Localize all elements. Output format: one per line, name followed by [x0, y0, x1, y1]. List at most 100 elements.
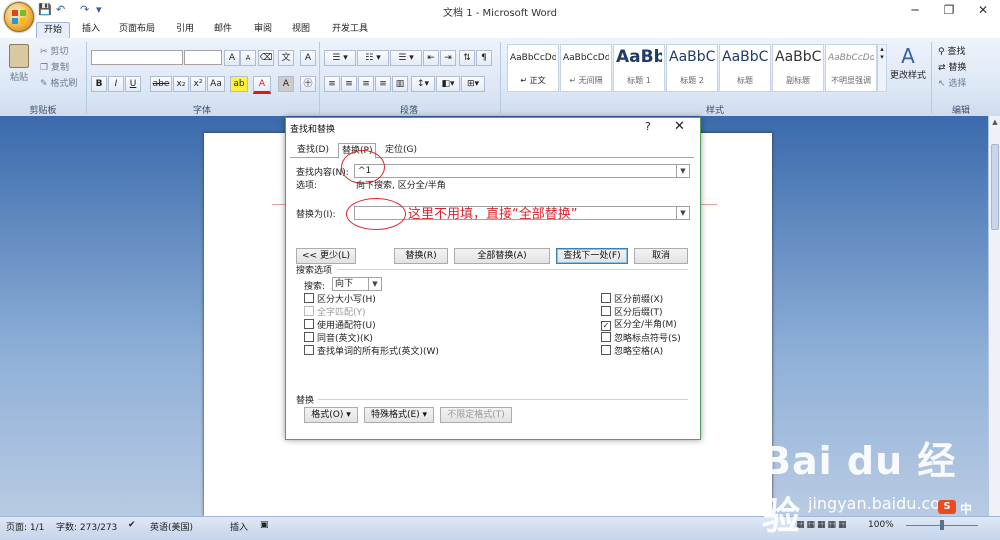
- replace-button[interactable]: 替换(R): [394, 248, 448, 264]
- page-count[interactable]: 页面: 1/1: [6, 520, 44, 533]
- proofing-icon[interactable]: ✔: [128, 520, 136, 530]
- less-button[interactable]: << 更少(L): [296, 248, 356, 264]
- numbering-icon[interactable]: ☷ ▾: [357, 50, 389, 66]
- wildcards-checkbox[interactable]: 使用通配符(U): [304, 319, 376, 331]
- copy-button[interactable]: ❐ 复制: [40, 60, 69, 73]
- underline-button[interactable]: U: [125, 76, 141, 92]
- tab-insert[interactable]: 插入: [75, 22, 107, 37]
- tab-home[interactable]: 开始: [36, 22, 71, 38]
- strikethrough-button[interactable]: abe: [150, 76, 172, 92]
- select-button[interactable]: ↖ 选择: [938, 76, 966, 89]
- style-heading-1[interactable]: AaBb 标题 1: [613, 44, 665, 92]
- increase-indent-icon[interactable]: ⇥: [440, 50, 456, 66]
- phonetic-icon[interactable]: 文: [278, 50, 294, 66]
- tab-developer[interactable]: 开发工具: [325, 22, 375, 37]
- scroll-thumb[interactable]: [991, 144, 999, 230]
- multilevel-list-icon[interactable]: ☰ ▾: [390, 50, 422, 66]
- format-painter-button[interactable]: ✎ 格式刷: [40, 76, 77, 89]
- dialog-close-button[interactable]: ✕: [674, 119, 685, 134]
- sort-icon[interactable]: ⇅: [459, 50, 475, 66]
- tab-references[interactable]: 引用: [169, 22, 201, 37]
- char-shading-icon[interactable]: A: [278, 76, 294, 92]
- special-button[interactable]: 特殊格式(E) ▾: [364, 407, 434, 423]
- style-no-spacing[interactable]: AaBbCcDd ↵ 无间隔: [560, 44, 612, 92]
- chevron-down-icon[interactable]: ▼: [676, 165, 689, 177]
- style-subtle-emphasis[interactable]: AaBbCcDd 不明显强调: [825, 44, 877, 92]
- match-prefix-checkbox[interactable]: 区分前缀(X): [601, 293, 663, 305]
- match-case-checkbox[interactable]: 区分大小写(H): [304, 293, 376, 305]
- change-case-button[interactable]: Aa: [207, 76, 225, 92]
- bold-button[interactable]: B: [91, 76, 107, 92]
- distributed-icon[interactable]: ▥: [392, 76, 408, 92]
- shrink-font-button[interactable]: A: [240, 50, 256, 66]
- grow-font-button[interactable]: A: [224, 50, 240, 66]
- scroll-up-icon[interactable]: ▲: [989, 116, 1000, 128]
- minimize-button[interactable]: ─: [898, 0, 932, 20]
- align-right-icon[interactable]: ≡: [358, 76, 374, 92]
- ime-mode[interactable]: 中: [960, 500, 972, 517]
- sounds-like-checkbox[interactable]: 同音(英文)(K): [304, 332, 373, 344]
- align-left-icon[interactable]: ≡: [324, 76, 340, 92]
- style-preview: AaBbC: [722, 49, 768, 65]
- find-button[interactable]: ⚲ 查找: [938, 44, 965, 57]
- font-name-combo[interactable]: [91, 50, 183, 65]
- help-button[interactable]: ?: [645, 120, 651, 133]
- chevron-down-icon[interactable]: ▼: [676, 207, 689, 219]
- ignore-space-checkbox[interactable]: 忽略空格(A): [601, 345, 663, 357]
- whole-word-checkbox[interactable]: 全字匹配(Y): [304, 306, 366, 318]
- style-title[interactable]: AaBbC 标题: [719, 44, 771, 92]
- macro-record-icon[interactable]: ▣: [260, 520, 269, 530]
- style-heading-2[interactable]: AaBbC 标题 2: [666, 44, 718, 92]
- chevron-down-icon[interactable]: ▼: [368, 278, 381, 290]
- tab-mailings[interactable]: 邮件: [207, 22, 239, 37]
- align-center-icon[interactable]: ≡: [341, 76, 357, 92]
- cancel-button[interactable]: 取消: [634, 248, 688, 264]
- replace-button[interactable]: ⇄ 替换: [938, 60, 966, 73]
- find-next-button[interactable]: 查找下一处(F): [556, 248, 628, 264]
- replace-all-button[interactable]: 全部替换(A): [454, 248, 550, 264]
- font-color-button[interactable]: A: [253, 76, 271, 94]
- paste-button[interactable]: 粘贴: [6, 44, 32, 84]
- bullets-icon[interactable]: ☰ ▾: [324, 50, 356, 66]
- word-count[interactable]: 字数: 273/273: [56, 520, 117, 533]
- decrease-indent-icon[interactable]: ⇤: [423, 50, 439, 66]
- char-border-button[interactable]: A: [300, 50, 316, 66]
- style-name: 标题 2: [680, 76, 704, 85]
- find-what-input[interactable]: ^1 ▼: [354, 164, 690, 178]
- line-spacing-icon[interactable]: ↕▾: [411, 76, 435, 92]
- checkbox-icon: [304, 306, 314, 316]
- subscript-button[interactable]: x₂: [173, 76, 189, 92]
- office-button[interactable]: [4, 2, 34, 32]
- highlight-icon[interactable]: ab: [230, 76, 248, 92]
- match-suffix-checkbox[interactable]: 区分后缀(T): [601, 306, 663, 318]
- styles-scroll-icon[interactable]: ▴ ▾: [877, 44, 887, 92]
- tab-goto[interactable]: 定位(G): [382, 143, 420, 157]
- close-window-button[interactable]: ✕: [966, 0, 1000, 20]
- tab-page-layout[interactable]: 页面布局: [112, 22, 162, 37]
- ignore-punct-checkbox[interactable]: 忽略标点符号(S): [601, 332, 681, 344]
- style-subtitle[interactable]: AaBbC 副标题: [772, 44, 824, 92]
- tab-review[interactable]: 审阅: [247, 22, 279, 37]
- search-direction-select[interactable]: 向下 ▼: [332, 277, 382, 291]
- superscript-button[interactable]: x²: [190, 76, 206, 92]
- clear-format-icon[interactable]: ⌫: [258, 50, 274, 66]
- italic-button[interactable]: I: [108, 76, 124, 92]
- annotation-text: 这里不用填，直接“全部替换”: [408, 207, 578, 222]
- tab-find[interactable]: 查找(D): [294, 143, 332, 157]
- enclose-char-icon[interactable]: ㊉: [300, 76, 316, 92]
- borders-icon[interactable]: ⊞▾: [461, 76, 485, 92]
- cut-button[interactable]: ✂ 剪切: [40, 44, 68, 57]
- justify-icon[interactable]: ≡: [375, 76, 391, 92]
- shading-icon[interactable]: ◧▾: [436, 76, 460, 92]
- font-size-combo[interactable]: [184, 50, 222, 65]
- change-styles-button[interactable]: A 更改样式: [888, 44, 928, 81]
- match-width-checkbox[interactable]: ✓ 区分全/半角(M): [601, 319, 677, 331]
- insert-mode[interactable]: 插入: [230, 520, 248, 533]
- maximize-button[interactable]: ❐: [932, 0, 966, 20]
- language-status[interactable]: 英语(美国): [150, 520, 193, 533]
- format-button[interactable]: 格式(O) ▾: [304, 407, 358, 423]
- tab-view[interactable]: 视图: [285, 22, 317, 37]
- style-normal[interactable]: AaBbCcDd ↵ 正文: [507, 44, 559, 92]
- word-forms-checkbox[interactable]: 查找单词的所有形式(英文)(W): [304, 345, 439, 357]
- show-marks-icon[interactable]: ¶: [476, 50, 492, 66]
